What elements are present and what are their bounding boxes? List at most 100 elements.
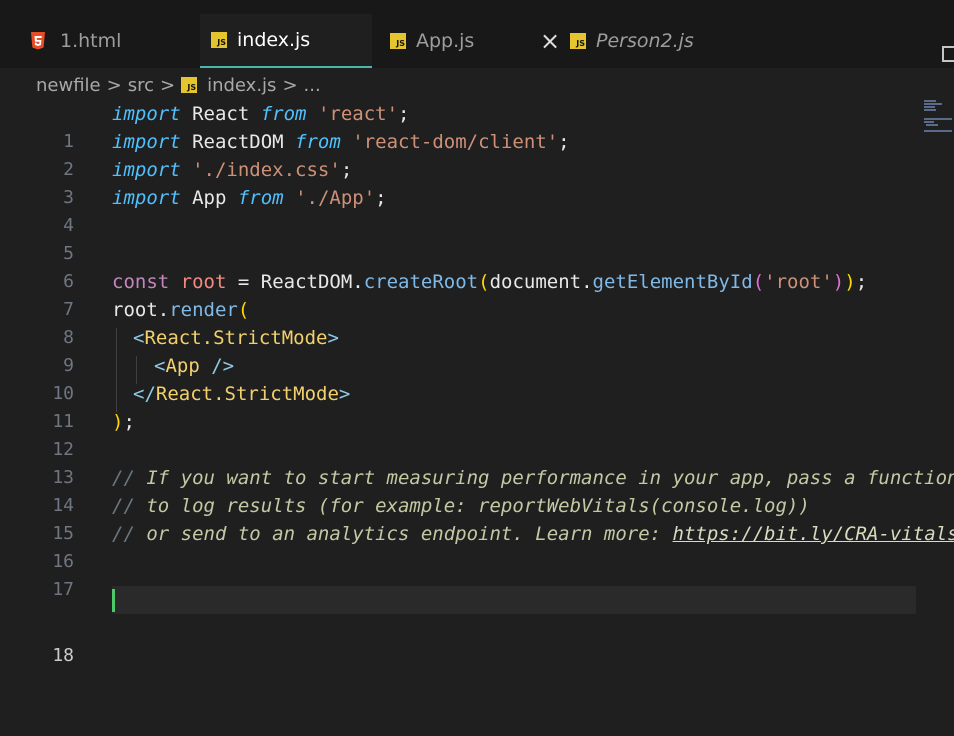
html5-icon bbox=[31, 32, 45, 50]
code-line: 10 <App /> bbox=[0, 352, 954, 404]
token: . bbox=[157, 299, 170, 321]
token: < bbox=[154, 355, 166, 377]
token: ) bbox=[844, 271, 856, 293]
token: ( bbox=[237, 299, 250, 321]
tab-person2-js[interactable]: JS Person2.js bbox=[570, 14, 740, 68]
tab-index-js[interactable]: JS index.js × bbox=[200, 14, 560, 68]
token: import bbox=[112, 131, 181, 153]
tab-app-js[interactable]: JS App.js bbox=[390, 14, 560, 68]
token: getElementById bbox=[592, 271, 753, 293]
token: // bbox=[112, 467, 147, 489]
code-text: <React.StrictMode> bbox=[133, 324, 339, 352]
token: or send to an analytics endpoint. Learn … bbox=[146, 523, 673, 545]
code-line: 6 bbox=[0, 240, 954, 292]
token: 'root' bbox=[764, 271, 833, 293]
token: App bbox=[165, 355, 200, 377]
js-icon: JS bbox=[570, 33, 586, 49]
breadcrumb-item-newfile[interactable]: newfile bbox=[36, 75, 101, 96]
token: = bbox=[226, 271, 261, 293]
code-line-current[interactable]: 18 bbox=[0, 586, 954, 666]
code-line: 14 // If you want to start measuring per… bbox=[0, 464, 954, 516]
minimap-line bbox=[924, 106, 935, 108]
tab-label: index.js bbox=[237, 29, 311, 51]
code-line: 15 // to log results (for example: repor… bbox=[0, 492, 954, 544]
token: App bbox=[180, 187, 238, 209]
token: './App' bbox=[295, 187, 376, 209]
code-line: 3 import './index.css'; bbox=[0, 156, 954, 208]
code-text: const root = ReactDOM.createRoot(documen… bbox=[112, 268, 867, 296]
code-line: 7 const root = ReactDOM.createRoot(docum… bbox=[0, 268, 954, 320]
split-editor-icon[interactable] bbox=[942, 46, 954, 62]
code-text: ); bbox=[112, 408, 135, 436]
code-line: 8 root.render( bbox=[0, 296, 954, 348]
token: // bbox=[112, 495, 147, 517]
js-icon: JS bbox=[390, 33, 406, 49]
code-text: </React.StrictMode> bbox=[133, 380, 350, 408]
token: import bbox=[112, 159, 181, 181]
breadcrumb-separator: > bbox=[106, 74, 122, 96]
token: React.StrictMode bbox=[144, 327, 328, 349]
code-line: 4 import App from './App'; bbox=[0, 184, 954, 236]
breadcrumb-item-index-js[interactable]: JS index.js bbox=[181, 75, 276, 96]
breadcrumb-item-src[interactable]: src bbox=[128, 75, 154, 96]
breadcrumb-item-ellipsis[interactable]: ... bbox=[304, 75, 321, 96]
token: If you want to start measuring performan… bbox=[146, 467, 954, 489]
token: const bbox=[112, 271, 170, 293]
code-text: // to log results (for example: reportWe… bbox=[112, 492, 810, 520]
code-text: import './index.css'; bbox=[112, 156, 352, 184]
tab-label: App.js bbox=[416, 30, 475, 52]
minimap-line bbox=[924, 100, 936, 102]
code-line: 16 // or send to an analytics endpoint. … bbox=[0, 520, 954, 572]
tab-1-html[interactable]: 1.html bbox=[30, 14, 200, 68]
code-editor[interactable]: 1 import React from 'react'; 2 import Re… bbox=[0, 100, 954, 736]
code-line: 9 <React.StrictMode> bbox=[0, 324, 954, 376]
code-text: root.render( bbox=[112, 296, 249, 324]
line-number: 18 bbox=[52, 645, 74, 666]
token: /> bbox=[199, 355, 235, 377]
code-text: import React from 'react'; bbox=[112, 100, 409, 128]
token: ( bbox=[478, 271, 490, 293]
token: React.StrictMode bbox=[155, 383, 339, 405]
js-icon: JS bbox=[181, 77, 198, 93]
token: import bbox=[112, 103, 181, 125]
code-line: 11 </React.StrictMode> bbox=[0, 380, 954, 432]
token: document bbox=[489, 271, 582, 293]
current-line-highlight bbox=[112, 586, 916, 614]
token: createRoot bbox=[363, 271, 479, 293]
minimap-line bbox=[924, 109, 936, 111]
token: ; bbox=[123, 411, 135, 433]
tab-label: 1.html bbox=[60, 30, 122, 52]
editor-tab-bar: 1.html JS index.js × JS App.js JS Person… bbox=[0, 14, 954, 68]
token: root bbox=[180, 271, 227, 293]
token: < bbox=[133, 327, 145, 349]
token: from bbox=[260, 103, 307, 125]
comment-link[interactable]: https://bit.ly/CRA-vitals bbox=[673, 523, 954, 545]
token: . bbox=[352, 271, 364, 293]
token: ; bbox=[398, 103, 410, 125]
token: render bbox=[169, 299, 238, 321]
minimap-line bbox=[924, 121, 934, 123]
token: import bbox=[112, 187, 181, 209]
token: ) bbox=[832, 271, 845, 293]
minimap-line bbox=[924, 130, 952, 132]
token: ; bbox=[340, 159, 353, 181]
token: root bbox=[112, 299, 158, 321]
token: ReactDOM bbox=[260, 271, 353, 293]
token: to log results (for example: reportWebVi… bbox=[146, 495, 810, 517]
minimap-line bbox=[924, 118, 952, 120]
code-text: <App /> bbox=[154, 352, 234, 380]
code-line: 12 ); bbox=[0, 408, 954, 460]
minimap[interactable] bbox=[924, 100, 954, 136]
token: 'react' bbox=[317, 103, 399, 125]
minimap-line bbox=[926, 124, 938, 126]
token: ( bbox=[752, 271, 765, 293]
tab-label: Person2.js bbox=[596, 30, 694, 52]
code-text: import ReactDOM from 'react-dom/client'; bbox=[112, 128, 570, 156]
title-bar-strip bbox=[0, 0, 954, 14]
token: from bbox=[295, 131, 341, 153]
token: // bbox=[112, 523, 147, 545]
